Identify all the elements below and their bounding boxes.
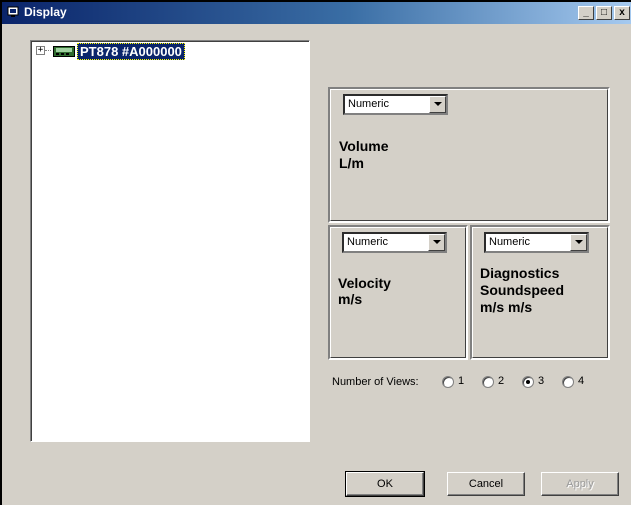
- display-window: Display _ □ x + PT878 #A000000 Numeric V…: [0, 0, 631, 505]
- tree-item-device[interactable]: PT878 #A000000: [77, 43, 185, 60]
- views-radio-1-label: 1: [458, 375, 465, 387]
- meter-device-icon: [53, 46, 75, 57]
- app-icon: [7, 6, 19, 17]
- views-radio-4[interactable]: [562, 376, 574, 388]
- views-radio-2[interactable]: [482, 376, 494, 388]
- view-bottom-left-mode-select[interactable]: Numeric: [342, 232, 447, 253]
- view-panel-bottom-left[interactable]: Numeric Velocity m/s: [328, 225, 468, 360]
- views-radio-4-label: 4: [578, 375, 585, 387]
- tree-connector: [45, 50, 51, 51]
- minimize-button[interactable]: _: [578, 6, 594, 20]
- view-bottom-left-measure: Velocity: [338, 275, 391, 291]
- close-icon: x: [619, 7, 625, 18]
- view-top-mode-select[interactable]: Numeric: [343, 94, 448, 115]
- view-top-unit: L/m: [339, 155, 364, 171]
- ok-button[interactable]: OK: [345, 471, 425, 497]
- title-bar[interactable]: Display _ □ x: [2, 2, 631, 24]
- window-title: Display: [24, 5, 67, 19]
- close-button[interactable]: x: [614, 6, 630, 20]
- chevron-down-icon[interactable]: [429, 96, 446, 113]
- apply-button[interactable]: Apply: [541, 472, 619, 496]
- number-of-views-label: Number of Views:: [332, 376, 419, 388]
- view-top-measure: Volume: [339, 138, 389, 154]
- maximize-button[interactable]: □: [596, 6, 612, 20]
- views-radio-2-label: 2: [498, 375, 505, 387]
- device-tree[interactable]: + PT878 #A000000: [30, 40, 310, 442]
- views-radio-3-label: 3: [538, 375, 545, 387]
- views-radio-3[interactable]: [522, 376, 534, 388]
- chevron-down-icon[interactable]: [570, 234, 587, 251]
- cancel-button[interactable]: Cancel: [447, 472, 525, 496]
- view-bottom-right-measure-2: Soundspeed: [480, 282, 565, 298]
- view-bottom-left-unit: m/s: [338, 291, 363, 307]
- chevron-down-icon[interactable]: [428, 234, 445, 251]
- view-panel-top[interactable]: Numeric Volume L/m: [328, 87, 610, 223]
- minimize-icon: _: [583, 7, 589, 18]
- views-radio-1[interactable]: [442, 376, 454, 388]
- maximize-icon: □: [600, 7, 608, 18]
- view-panel-bottom-right[interactable]: Numeric Diagnostics Soundspeed m/s m/s: [470, 225, 610, 360]
- view-bottom-right-unit: m/s m/s: [480, 299, 533, 315]
- expand-icon[interactable]: +: [36, 46, 45, 55]
- view-bottom-right-mode-select[interactable]: Numeric: [484, 232, 589, 253]
- view-bottom-right-measure: Diagnostics: [480, 265, 560, 281]
